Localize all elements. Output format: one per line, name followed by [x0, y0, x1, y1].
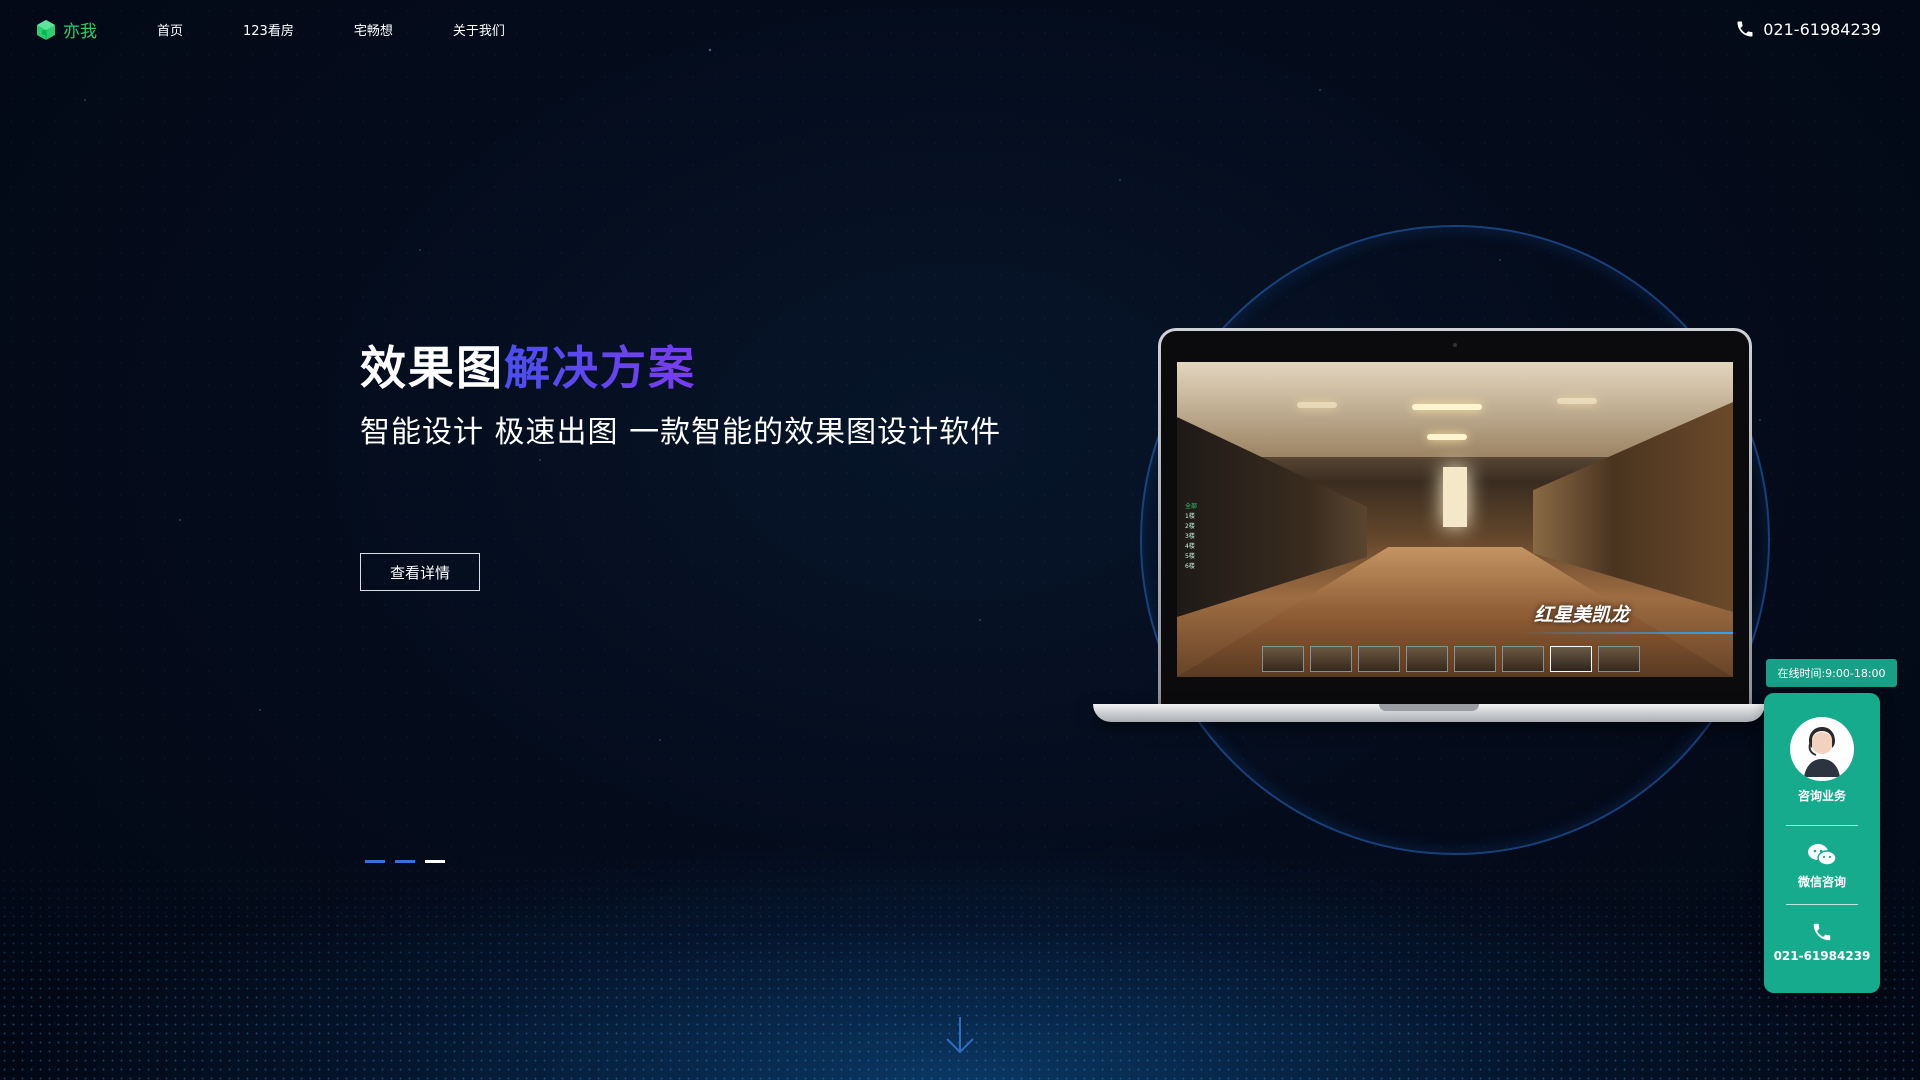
top-header: 亦我 首页 123看房 宅畅想 关于我们 021-61984239	[0, 0, 1920, 60]
phone-icon	[1737, 21, 1753, 37]
nav-item-zhai-changxiang[interactable]: 宅畅想	[354, 20, 393, 39]
floor-menu-item[interactable]: 3楼	[1185, 532, 1207, 542]
hero-title-highlight: 解决方案	[504, 341, 696, 395]
scene-thumbnail[interactable]	[1598, 646, 1640, 672]
screen-brand-overlay: 红星美凯龙	[1534, 604, 1630, 626]
header-phone-number: 021-61984239	[1763, 19, 1881, 39]
view-details-button[interactable]: 查看详情	[360, 553, 480, 591]
laptop-camera	[1453, 343, 1457, 347]
scene-thumbnail[interactable]	[1454, 646, 1496, 672]
customer-service-avatar	[1790, 717, 1854, 781]
hero-title: 效果图解决方案	[360, 340, 696, 396]
online-hours-badge: 在线时间:9:00-18:00	[1766, 659, 1897, 687]
laptop-base	[1093, 704, 1765, 722]
hero-subtitle: 智能设计 极速出图 一款智能的效果图设计软件	[360, 415, 1002, 450]
floor-menu-item[interactable]: 全部	[1185, 502, 1207, 512]
wechat-consult-label: 微信咨询	[1797, 875, 1846, 889]
consult-business-label: 咨询业务	[1797, 789, 1846, 803]
overlay-underline	[1517, 632, 1733, 634]
main-nav: 首页 123看房 宅畅想 关于我们	[157, 20, 505, 39]
laptop-mockup: 全部 1楼 2楼 3楼 4楼 5楼 6楼 红星美凯龙	[1158, 328, 1752, 708]
slide-dot-1[interactable]	[365, 860, 385, 863]
contact-side-panel: 咨询业务 微信咨询 021-61984239	[1764, 693, 1880, 993]
floor-menu-item[interactable]: 5楼	[1185, 552, 1207, 562]
scene-thumbnail[interactable]	[1310, 646, 1352, 672]
side-phone-button[interactable]: 021-61984239	[1764, 921, 1880, 963]
floor-menu: 全部 1楼 2楼 3楼 4楼 5楼 6楼	[1185, 502, 1207, 572]
laptop-notch	[1379, 704, 1479, 711]
phone-icon	[1813, 923, 1831, 941]
agent-headset-icon	[1804, 727, 1840, 777]
panel-divider	[1786, 904, 1858, 905]
nav-item-123-viewing[interactable]: 123看房	[243, 20, 294, 39]
scene-thumbnail[interactable]	[1262, 646, 1304, 672]
scene-thumbnail-selected[interactable]	[1550, 646, 1592, 672]
slide-dot-2[interactable]	[395, 860, 415, 863]
scene-thumbnail[interactable]	[1358, 646, 1400, 672]
consult-business-button[interactable]: 咨询业务	[1764, 717, 1880, 804]
header-phone[interactable]: 021-61984239	[1735, 19, 1881, 39]
render-corridor-end	[1443, 467, 1467, 527]
laptop-bezel: 全部 1楼 2楼 3楼 4楼 5楼 6楼 红星美凯龙	[1161, 331, 1749, 705]
laptop-screen-rendering: 全部 1楼 2楼 3楼 4楼 5楼 6楼 红星美凯龙	[1177, 362, 1733, 677]
scene-thumbnail[interactable]	[1502, 646, 1544, 672]
wechat-consult-button[interactable]: 微信咨询	[1764, 843, 1880, 890]
floor-menu-item[interactable]: 6楼	[1185, 562, 1207, 572]
logo-text: 亦我	[63, 22, 97, 42]
cube-icon	[37, 19, 55, 40]
site-logo[interactable]: 亦我	[35, 17, 97, 42]
slide-pager	[365, 860, 445, 863]
nav-item-about-us[interactable]: 关于我们	[453, 20, 505, 39]
nav-item-home[interactable]: 首页	[157, 20, 183, 39]
floor-menu-item[interactable]: 1楼	[1185, 512, 1207, 522]
floor-menu-item[interactable]: 2楼	[1185, 522, 1207, 532]
arrow-down-icon[interactable]	[943, 1015, 977, 1055]
scene-thumbnail[interactable]	[1406, 646, 1448, 672]
slide-dot-3[interactable]	[425, 860, 445, 863]
hero-title-part1: 效果图	[360, 341, 504, 395]
side-phone-number: 021-61984239	[1773, 949, 1871, 963]
floor-menu-item[interactable]: 4楼	[1185, 542, 1207, 552]
scene-thumbnail-strip	[1262, 646, 1640, 672]
panel-divider	[1786, 825, 1858, 826]
wechat-icon	[1808, 844, 1837, 866]
